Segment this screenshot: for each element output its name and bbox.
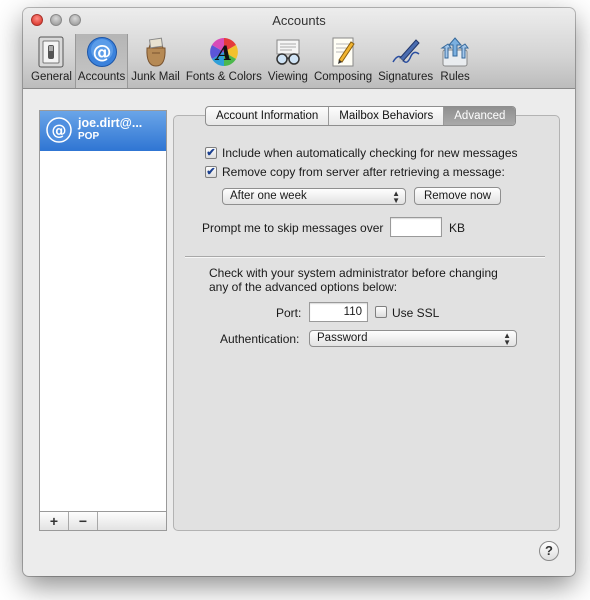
updown-arrows-icon: ▲ ▼ — [392, 189, 400, 205]
composing-pencil-icon — [327, 36, 359, 68]
signatures-pen-icon — [390, 36, 422, 68]
account-list-buttons: + − — [39, 511, 167, 531]
checkmark-icon: ✔ — [206, 146, 216, 159]
authentication-popup[interactable]: Password ▲ ▼ — [309, 330, 517, 347]
account-row-selected[interactable]: @ joe.dirt@... POP — [40, 111, 166, 151]
general-switch-icon — [35, 36, 67, 68]
rules-arrows-icon — [439, 36, 471, 68]
title-bar: Accounts General @ Accounts Junk Mail A … — [23, 8, 575, 89]
tab-mailbox-behaviors[interactable]: Mailbox Behaviors — [329, 107, 445, 125]
preferences-window: Accounts General @ Accounts Junk Mail A … — [23, 8, 575, 576]
checkmark-icon: ✔ — [206, 165, 216, 178]
include-checking-label: Include when automatically checking for … — [222, 146, 518, 160]
updown-arrows-icon: ▲ ▼ — [503, 331, 511, 347]
toolbar-composing[interactable]: Composing — [311, 34, 375, 88]
toolbar-viewing[interactable]: Viewing — [265, 34, 311, 88]
at-icon: @ — [46, 117, 72, 143]
help-button[interactable]: ? — [539, 541, 559, 561]
authentication-value: Password — [317, 332, 368, 344]
use-ssl-label: Use SSL — [392, 306, 440, 320]
toolbar-accounts[interactable]: @ Accounts — [74, 34, 129, 88]
add-account-button[interactable]: + — [40, 512, 69, 530]
toolbar-rules[interactable]: Rules — [436, 34, 474, 88]
prompt-skip-label: Prompt me to skip messages over — [202, 221, 384, 235]
window-title: Accounts — [272, 13, 326, 28]
toolbar-fonts-colors[interactable]: A Fonts & Colors — [183, 34, 265, 88]
divider — [185, 256, 545, 258]
junk-mail-bag-icon — [140, 36, 172, 68]
svg-text:@: @ — [52, 122, 67, 140]
remove-copy-label: Remove copy from server after retrieving… — [222, 165, 505, 179]
toolbar-junk-mail[interactable]: Junk Mail — [128, 34, 183, 88]
admin-note-line2: any of the advanced options below: — [209, 280, 398, 294]
tab-bar: Account Information Mailbox Behaviors Ad… — [205, 106, 517, 126]
account-type: POP — [78, 131, 100, 142]
toolbar-signatures[interactable]: Signatures — [375, 34, 436, 88]
prompt-skip-unit: KB — [449, 221, 466, 235]
svg-text:@: @ — [92, 41, 111, 63]
toolbar: General @ Accounts Junk Mail A Fonts & C… — [28, 34, 474, 88]
port-label: Port: — [276, 306, 302, 320]
tab-account-information[interactable]: Account Information — [206, 107, 330, 125]
accounts-at-icon: @ — [86, 36, 118, 68]
port-field[interactable]: 110 — [309, 302, 368, 322]
include-checking-checkbox[interactable]: ✔ — [205, 147, 217, 159]
remove-now-button[interactable]: Remove now — [414, 187, 501, 205]
remove-account-button[interactable]: − — [69, 512, 98, 530]
account-name: joe.dirt@... — [78, 116, 143, 130]
svg-text:A: A — [214, 41, 232, 65]
remove-copy-checkbox[interactable]: ✔ — [205, 166, 217, 178]
toolbar-general[interactable]: General — [28, 34, 75, 88]
use-ssl-checkbox[interactable] — [375, 306, 387, 318]
account-list: @ joe.dirt@... POP — [39, 110, 167, 520]
admin-note-line1: Check with your system administrator bef… — [209, 266, 498, 280]
viewing-glasses-icon — [272, 36, 304, 68]
remove-after-value: After one week — [230, 190, 307, 202]
authentication-label: Authentication: — [220, 332, 300, 346]
prompt-skip-size-field[interactable] — [390, 217, 442, 237]
remove-after-popup[interactable]: After one week ▲ ▼ — [222, 188, 406, 205]
tab-advanced[interactable]: Advanced — [444, 107, 516, 125]
fonts-colors-icon: A — [208, 36, 240, 68]
